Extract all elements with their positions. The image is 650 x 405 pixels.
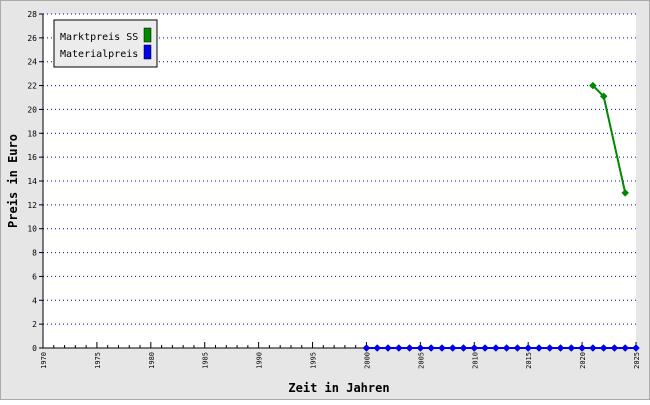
y-tick-label: 8 [32, 249, 37, 258]
x-tick-label: 1970 [40, 352, 48, 369]
legend-swatch-marktpreis [143, 27, 152, 43]
y-tick-label: 20 [27, 105, 37, 114]
chart-svg: 02468101214161820222426281970 1975 1980 198… [0, 0, 650, 400]
x-tick-label: 1975 [94, 352, 102, 369]
x-tick-label: 2025 [633, 352, 641, 369]
y-tick-label: 6 [32, 272, 37, 281]
y-tick-label: 4 [32, 296, 37, 305]
x-tick-label: 1990 [256, 352, 264, 369]
x-tick-label: 2010 [471, 352, 479, 369]
y-tick-label: 24 [27, 58, 37, 67]
y-tick-label: 28 [27, 10, 37, 19]
y-tick-label: 2 [32, 320, 37, 329]
y-tick-label: 14 [27, 177, 37, 186]
x-tick-label: 2020 [579, 352, 587, 369]
x-tick-label: 2000 [363, 352, 371, 369]
x-tick-label: 1980 [148, 352, 156, 369]
x-tick-label: 2015 [525, 352, 533, 369]
y-tick-label: 12 [27, 201, 37, 210]
legend-label-marktpreis: Marktpreis SS [60, 32, 138, 43]
y-tick-label: 10 [27, 225, 37, 234]
y-tick-label: 0 [32, 344, 37, 353]
legend-label-materialpreis: Materialpreis [60, 49, 138, 60]
x-tick-label: 1985 [202, 352, 210, 369]
chart: 0 2 4 6 8 10 12 14 16 18 20 22 24 26 28 1970 1975 1980 198… [0, 0, 650, 400]
y-tick-label: 18 [27, 129, 37, 138]
x-tick-label: 2005 [417, 352, 425, 369]
x-axis-title: Zeit in Jahren [288, 381, 389, 395]
legend-swatch-materialpreis [143, 44, 152, 60]
x-tick-label: 1995 [310, 352, 318, 369]
y-tick-label: 16 [27, 153, 37, 162]
legend: Marktpreis SS Materialpreis [53, 19, 158, 68]
y-tick-label: 22 [27, 82, 37, 91]
y-tick-label: 26 [27, 34, 37, 43]
y-axis-title: Preis in Euro [6, 134, 20, 228]
